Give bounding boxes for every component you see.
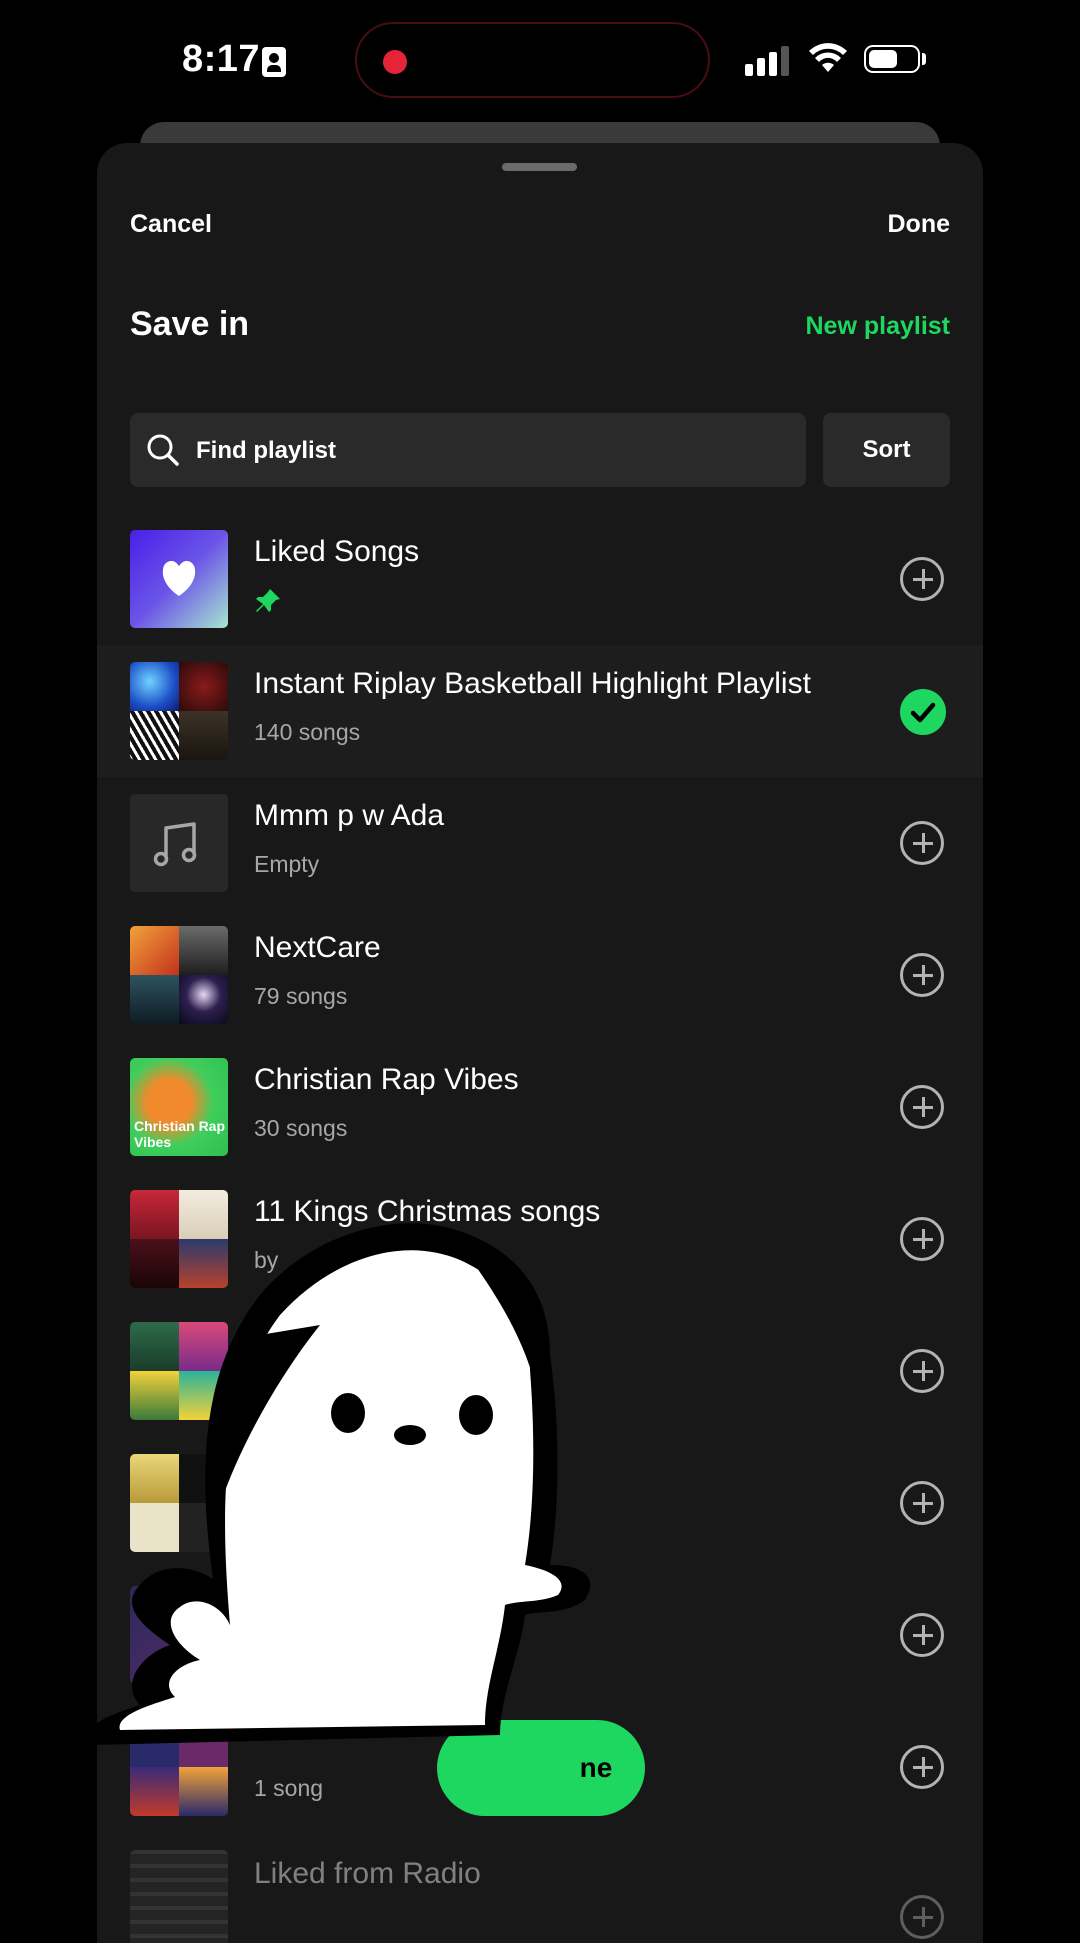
page-title: Save in: [130, 305, 250, 343]
playlist-thumbnail: [130, 1850, 228, 1943]
add-to-playlist-button[interactable]: [900, 953, 944, 997]
check-icon: [910, 702, 936, 723]
add-to-playlist-button[interactable]: [900, 1349, 944, 1393]
playlist-row[interactable]: Christian Rap Vibes Christian Rap Vibes …: [97, 1041, 983, 1173]
playlist-title: Mmm p w Ada: [254, 799, 445, 832]
playlist-subtitle: 79 songs: [254, 983, 348, 1009]
pin-icon: [256, 589, 280, 612]
playlist-title: Instant Riplay Basketball Highlight Play…: [254, 667, 811, 700]
add-to-playlist-button[interactable]: [900, 1613, 944, 1657]
playlist-row[interactable]: Liked from Radio: [97, 1833, 983, 1943]
added-check-button[interactable]: [900, 689, 946, 735]
ghost-sticker: [88, 1223, 591, 1745]
heart-icon: [162, 560, 196, 596]
cancel-button[interactable]: Cancel: [130, 210, 212, 239]
battery-tip: [922, 53, 926, 65]
playlist-thumbnail: [130, 662, 228, 760]
playlist-row[interactable]: NextCare 79 songs: [97, 909, 983, 1041]
playlist-title: Liked from Radio: [254, 1857, 481, 1890]
contact-card-icon: [262, 47, 286, 77]
dynamic-island: [355, 22, 710, 98]
add-to-playlist-button[interactable]: [900, 1481, 944, 1525]
playlist-thumbnail: [130, 926, 228, 1024]
playlist-row[interactable]: Mmm p w Ada Empty: [97, 777, 983, 909]
thumbnail-text: Christian Rap Vibes: [134, 1118, 226, 1150]
battery-icon: [864, 45, 920, 73]
add-to-playlist-button[interactable]: [900, 1085, 944, 1129]
playlist-subtitle: 140 songs: [254, 719, 361, 745]
wifi-icon: [809, 43, 847, 72]
status-bar: 8:17: [0, 0, 1080, 120]
add-to-playlist-button[interactable]: [900, 821, 944, 865]
playlist-title: NextCare: [254, 931, 381, 964]
playlist-thumbnail: [130, 794, 228, 892]
music-note-icon: [153, 822, 197, 867]
playlist-subtitle: 30 songs: [254, 1115, 348, 1141]
add-to-playlist-button[interactable]: [900, 1895, 944, 1939]
playlist-title: Christian Rap Vibes: [254, 1063, 519, 1096]
liked-songs-thumbnail: [130, 530, 228, 628]
status-time: 8:17: [182, 38, 261, 80]
cellular-signal-icon: [745, 46, 791, 76]
playlist-row[interactable]: Instant Riplay Basketball Highlight Play…: [97, 645, 983, 777]
add-to-playlist-button[interactable]: [900, 1217, 944, 1261]
done-button-top[interactable]: Done: [888, 210, 951, 239]
add-to-playlist-button[interactable]: [900, 1745, 944, 1789]
playlist-subtitle: Empty: [254, 851, 320, 877]
playlist-thumbnail: Christian Rap Vibes: [130, 1058, 228, 1156]
search-icon: [147, 434, 179, 466]
add-to-playlist-button[interactable]: [900, 557, 944, 601]
find-playlist-search[interactable]: Find playlist: [130, 413, 806, 487]
new-playlist-button[interactable]: New playlist: [806, 312, 951, 341]
recording-indicator-icon: [383, 50, 407, 74]
playlist-row[interactable]: Liked Songs: [97, 513, 983, 645]
playlist-subtitle: 1 song: [254, 1775, 324, 1801]
search-placeholder: Find playlist: [196, 437, 337, 464]
sort-button[interactable]: Sort: [823, 413, 950, 487]
playlist-title: Liked Songs: [254, 535, 420, 568]
sheet-grabber[interactable]: [502, 163, 577, 171]
